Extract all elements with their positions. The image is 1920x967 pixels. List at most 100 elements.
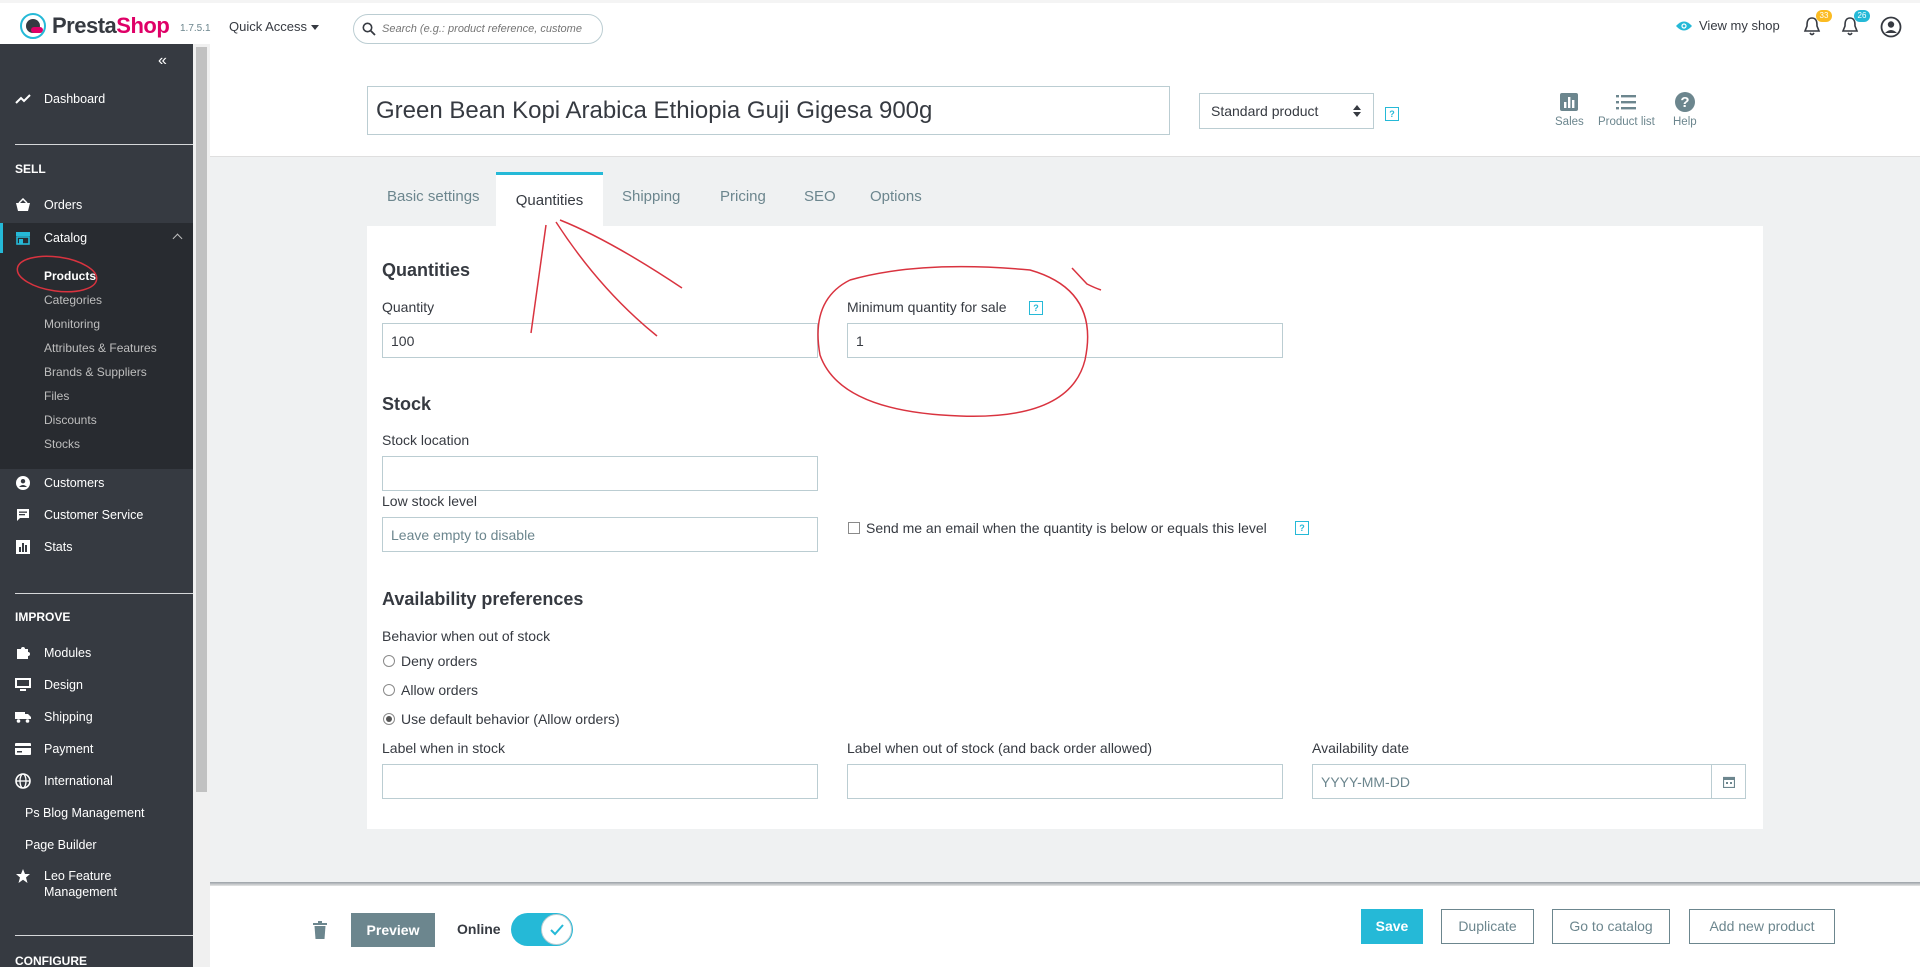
sidebar-item-label: Ps Blog Management: [25, 806, 145, 820]
product-name-input[interactable]: [367, 86, 1170, 135]
tab-options[interactable]: Options: [870, 188, 922, 205]
stock-location-input[interactable]: [382, 456, 818, 491]
chevron-up-icon: [172, 233, 183, 244]
sidebar-item-dashboard[interactable]: Dashboard: [0, 84, 193, 114]
search-icon: [362, 22, 376, 36]
collapse-sidebar-icon[interactable]: «: [158, 52, 167, 70]
sidebar-item-payment[interactable]: Payment: [0, 734, 193, 764]
sidebar-item-modules[interactable]: Modules: [0, 638, 193, 668]
view-my-shop-label: View my shop: [1699, 18, 1780, 33]
help-label: Help: [1673, 116, 1697, 128]
customers-badge: 26: [1854, 10, 1870, 22]
help-button[interactable]: ? Help: [1673, 92, 1697, 128]
logo-text-presta: Presta: [52, 13, 117, 38]
user-avatar-icon: [1880, 16, 1902, 38]
help-icon[interactable]: ?: [1029, 301, 1043, 315]
help-circle-icon: ?: [1674, 92, 1696, 112]
tab-pricing[interactable]: Pricing: [720, 188, 766, 205]
date-picker-button[interactable]: [1712, 764, 1746, 799]
customers-notification[interactable]: 26: [1840, 10, 1870, 40]
preview-button[interactable]: Preview: [351, 913, 435, 947]
sidebar-item-customers[interactable]: Customers: [0, 468, 193, 498]
product-type-select[interactable]: Standard product: [1199, 93, 1374, 129]
low-stock-level-input[interactable]: [382, 517, 818, 552]
stock-location-label: Stock location: [382, 432, 470, 448]
radio-label: Allow orders: [401, 682, 479, 698]
radio-default-behavior[interactable]: Use default behavior (Allow orders): [383, 711, 620, 727]
submenu-item-discounts[interactable]: Discounts: [44, 413, 97, 427]
sidebar-item-stats[interactable]: Stats: [0, 532, 193, 562]
label-in-stock-input[interactable]: [382, 764, 818, 799]
sidebar-scrollbar[interactable]: [193, 44, 210, 967]
submenu-item-monitoring[interactable]: Monitoring: [44, 317, 100, 331]
search-input[interactable]: [382, 23, 592, 35]
submenu-item-files[interactable]: Files: [44, 389, 69, 403]
tab-shipping[interactable]: Shipping: [622, 188, 680, 205]
low-stock-level-label: Low stock level: [382, 493, 477, 509]
checkbox[interactable]: [848, 522, 860, 534]
sidebar-item-ps-blog[interactable]: Ps Blog Management: [0, 798, 193, 828]
add-new-product-button[interactable]: Add new product: [1689, 909, 1835, 944]
header-search[interactable]: [353, 14, 603, 44]
sidebar-item-international[interactable]: International: [0, 766, 193, 796]
radio-label: Deny orders: [401, 653, 478, 669]
prestashop-logo[interactable]: PrestaShop: [20, 13, 170, 39]
desktop-icon: [15, 677, 31, 693]
minimum-quantity-label: Minimum quantity for sale: [847, 299, 1007, 315]
sidebar-divider: [15, 593, 193, 594]
help-icon[interactable]: ?: [1295, 521, 1309, 535]
save-button[interactable]: Save: [1361, 909, 1423, 944]
submenu-item-attributes-features[interactable]: Attributes & Features: [44, 341, 157, 355]
radio-allow-orders[interactable]: Allow orders: [383, 682, 478, 698]
online-toggle[interactable]: [511, 913, 573, 946]
sidebar-section-configure: CONFIGURE: [15, 954, 87, 967]
out-of-stock-behavior-label: Behavior when out of stock: [382, 628, 551, 644]
sidebar-item-shipping[interactable]: Shipping: [0, 702, 193, 732]
sidebar-item-label: Orders: [44, 198, 83, 212]
radio-deny-orders[interactable]: Deny orders: [383, 653, 477, 669]
sidebar-item-label: Customers: [44, 476, 105, 490]
submenu-item-categories[interactable]: Categories: [44, 293, 102, 307]
puzzle-icon: [15, 645, 31, 661]
duplicate-button[interactable]: Duplicate: [1441, 909, 1534, 944]
sidebar-item-catalog[interactable]: Catalog: [0, 223, 193, 253]
caret-down-icon: [311, 25, 320, 31]
employee-menu[interactable]: [1880, 16, 1904, 40]
tab-basic-settings[interactable]: Basic settings: [387, 188, 480, 205]
submenu-item-stocks[interactable]: Stocks: [44, 437, 80, 451]
tab-seo[interactable]: SEO: [804, 188, 836, 205]
low-stock-email-checkbox[interactable]: Send me an email when the quantity is be…: [848, 520, 1267, 536]
sidebar-item-customer-service[interactable]: Customer Service: [0, 500, 193, 530]
orders-notification[interactable]: 33: [1802, 10, 1832, 40]
minimum-quantity-input[interactable]: [847, 323, 1283, 358]
sidebar-item-label: Page Builder: [25, 838, 97, 852]
bar-chart-icon: [1558, 92, 1580, 112]
sidebar-item-design[interactable]: Design: [0, 670, 193, 700]
check-icon: [549, 923, 564, 935]
sales-button[interactable]: Sales: [1555, 92, 1584, 128]
sidebar-item-label: Management: [44, 885, 117, 899]
quantity-input[interactable]: [382, 323, 818, 358]
prestashop-logo-icon: [20, 13, 46, 39]
scrollbar-thumb[interactable]: [196, 47, 207, 792]
product-list-button[interactable]: Product list: [1598, 92, 1655, 128]
label-out-of-stock-input[interactable]: [847, 764, 1283, 799]
view-my-shop-link[interactable]: View my shop: [1675, 18, 1780, 33]
go-to-catalog-button[interactable]: Go to catalog: [1552, 909, 1670, 944]
tab-quantities[interactable]: Quantities: [496, 172, 603, 226]
sidebar-item-orders[interactable]: Orders: [0, 190, 193, 220]
radio-button-selected[interactable]: [383, 713, 395, 725]
toggle-knob: [541, 914, 572, 945]
submenu-item-brands-suppliers[interactable]: Brands & Suppliers: [44, 365, 147, 379]
quick-access-menu[interactable]: Quick Access: [229, 19, 320, 34]
delete-product-button[interactable]: [313, 921, 327, 942]
sidebar-item-leo-feature[interactable]: Leo Feature Management: [0, 864, 193, 904]
availability-date-input[interactable]: [1312, 764, 1712, 799]
sidebar-section-sell: SELL: [15, 162, 46, 176]
sidebar-item-label: Dashboard: [44, 92, 106, 106]
submenu-item-products[interactable]: Products: [44, 269, 96, 283]
sidebar-item-page-builder[interactable]: Page Builder: [0, 830, 193, 860]
radio-button[interactable]: [383, 684, 395, 696]
radio-button[interactable]: [383, 655, 395, 667]
help-icon[interactable]: ?: [1385, 107, 1399, 121]
